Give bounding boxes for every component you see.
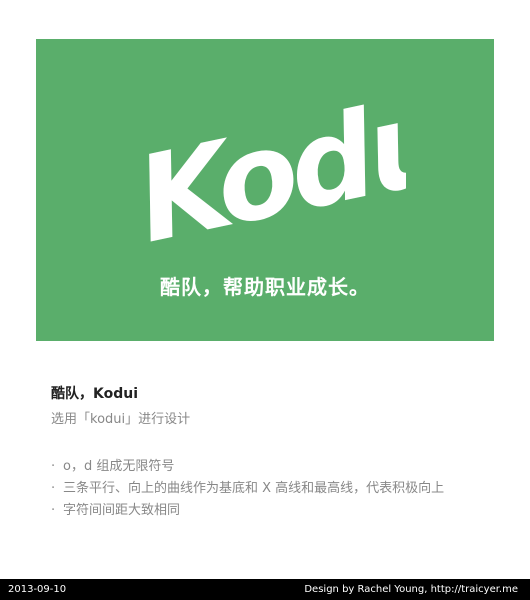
list-item: · 三条平行、向上的曲线作为基底和 X 高线和最高线，代表积极向上: [51, 478, 444, 500]
list-item-text: 字符间间距大致相同: [63, 503, 181, 518]
footer-bar: 2013-09-10 Design by Rachel Young, http:…: [0, 579, 530, 600]
list-item: · 字符间间距大致相同: [51, 500, 444, 522]
kodui-logo: Kodui: [126, 81, 406, 251]
bullet-marker: ·: [51, 481, 56, 496]
bullet-marker: ·: [51, 459, 56, 474]
logo-banner: Kodui 酷队，帮助职业成长。: [36, 39, 494, 341]
kodui-logo-text: Kodui: [126, 81, 406, 251]
page-subtitle: 选用「kodui」进行设计: [51, 412, 191, 427]
footer-date: 2013-09-10: [8, 584, 67, 595]
bullet-marker: ·: [51, 503, 56, 518]
page-title: 酷队，Kodui: [51, 386, 139, 402]
footer-credit: Design by Rachel Young, http://traicyer.…: [304, 584, 518, 595]
list-item-text: 三条平行、向上的曲线作为基底和 X 高线和最高线，代表积极向上: [63, 481, 445, 496]
list-item: · o，d 组成无限符号: [51, 456, 444, 478]
feature-list: · o，d 组成无限符号 · 三条平行、向上的曲线作为基底和 X 高线和最高线，代表…: [51, 456, 444, 522]
list-item-text: o，d 组成无限符号: [63, 459, 175, 474]
slogan: 酷队，帮助职业成长。: [160, 275, 370, 299]
